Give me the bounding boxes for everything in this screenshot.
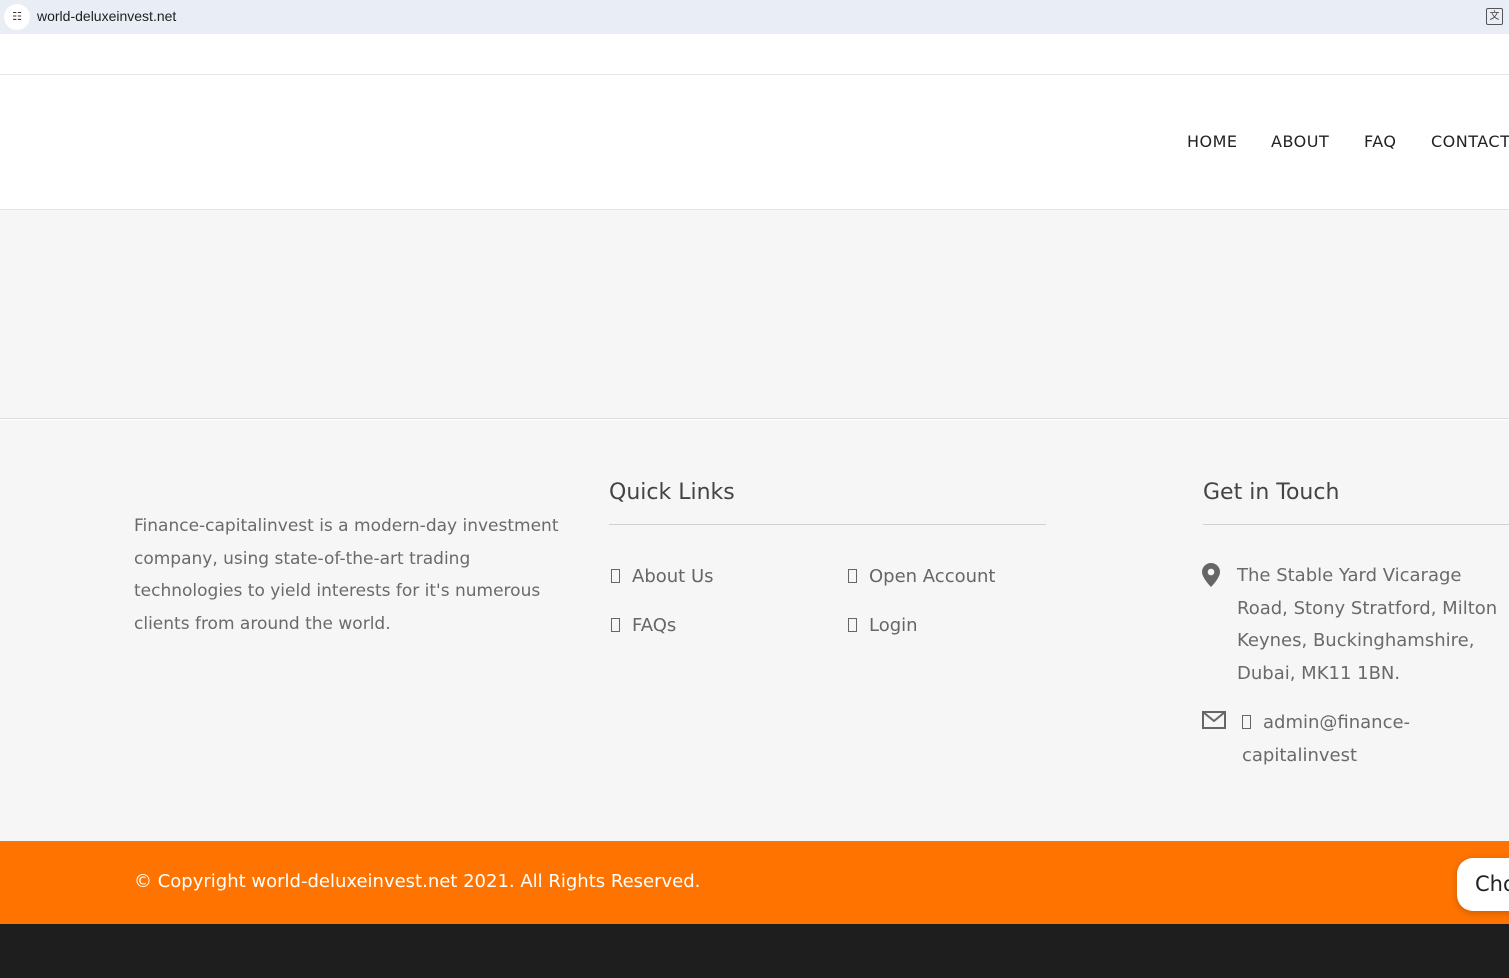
bottom-bar	[0, 924, 1509, 978]
top-bar	[0, 34, 1509, 75]
navbar: HOME ABOUT FAQ CONTACT	[0, 75, 1509, 210]
glyph-icon	[1242, 715, 1251, 729]
link-icon	[848, 618, 857, 632]
link-icon	[611, 618, 620, 632]
nav-faq[interactable]: FAQ	[1364, 132, 1397, 151]
email-text[interactable]: admin@finance-capitalinvest	[1242, 712, 1410, 766]
link-label: Open Account	[869, 566, 996, 587]
tune-icon[interactable]: ☷	[4, 4, 30, 30]
address: The Stable Yard Vicarage Road, Stony Str…	[1237, 565, 1498, 684]
map-pin-icon	[1202, 563, 1220, 587]
link-about-us[interactable]: About Us	[611, 566, 714, 587]
link-icon	[611, 569, 620, 583]
link-login[interactable]: Login	[848, 615, 918, 636]
quick-links-title: Quick Links	[609, 480, 735, 505]
contact-title: Get in Touch	[1203, 480, 1340, 505]
about-text: Finance-capitalinvest is a modern-day in…	[134, 516, 559, 634]
copyright-bar: © Copyright world-deluxeinvest.net 2021.…	[0, 841, 1509, 924]
link-label: FAQs	[632, 615, 677, 636]
divider	[1203, 524, 1509, 525]
nav-home[interactable]: HOME	[1187, 132, 1238, 151]
envelope-icon	[1202, 711, 1226, 729]
link-open-account[interactable]: Open Account	[848, 566, 995, 587]
footer: Finance-capitalinvest is a modern-day in…	[0, 420, 1509, 841]
copyright-text: © Copyright world-deluxeinvest.net 2021.…	[134, 871, 701, 892]
divider	[609, 524, 1046, 525]
browser-address-bar[interactable]: ☷ world-deluxeinvest.net 文	[0, 0, 1509, 34]
link-faqs[interactable]: FAQs	[611, 615, 676, 636]
email[interactable]: admin@finance-capitalinvest	[1242, 706, 1442, 772]
url-text[interactable]: world-deluxeinvest.net	[37, 8, 176, 24]
nav-contact[interactable]: CONTACT	[1431, 132, 1509, 151]
hero-section	[0, 211, 1509, 419]
chat-button[interactable]: Cho	[1457, 858, 1509, 911]
link-label: Login	[869, 615, 918, 636]
link-label: About Us	[632, 566, 714, 587]
nav-about[interactable]: ABOUT	[1271, 132, 1329, 151]
translate-icon[interactable]: 文	[1486, 8, 1503, 25]
link-icon	[848, 569, 857, 583]
